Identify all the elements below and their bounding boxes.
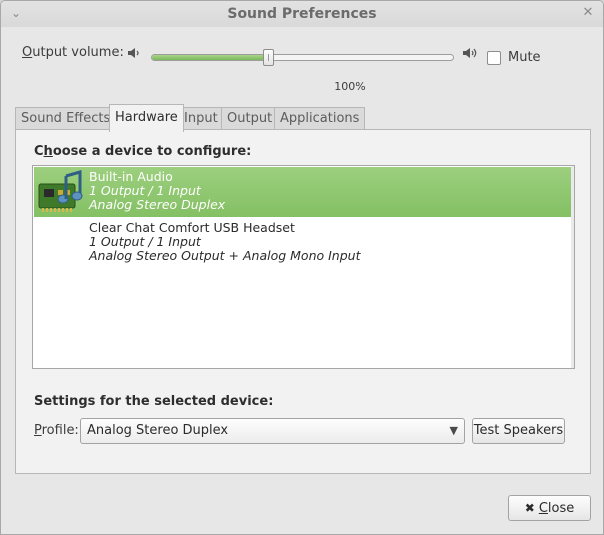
close-x-icon: ✖ xyxy=(524,501,535,515)
device-info: Clear Chat Comfort USB Headset 1 Output … xyxy=(89,221,360,263)
device-profile: Analog Stereo Duplex xyxy=(89,197,226,212)
volume-percent: 100% xyxy=(334,80,366,93)
volume-slider[interactable] xyxy=(151,49,454,66)
tab-sound-effects[interactable]: Sound Effects xyxy=(15,107,117,131)
sound-preferences-window: ⌄ Sound Preferences ✕ Output volume: 100… xyxy=(0,0,604,535)
device-row-usb-headset[interactable]: Clear Chat Comfort USB Headset 1 Output … xyxy=(34,218,573,268)
device-info: Built-in Audio 1 Output / 1 Input Analog… xyxy=(89,170,225,212)
choose-device-label: Choose a device to configure: xyxy=(34,144,252,159)
device-name: Clear Chat Comfort USB Headset xyxy=(89,220,295,235)
device-name: Built-in Audio xyxy=(89,169,173,184)
tab-input[interactable]: Input xyxy=(178,107,224,131)
volume-slider-handle[interactable] xyxy=(263,49,274,66)
profile-dropdown[interactable]: Analog Stereo Duplex ▼ xyxy=(80,418,465,444)
mute-label[interactable]: Mute xyxy=(508,50,541,65)
settings-label: Settings for the selected device: xyxy=(34,394,274,409)
tab-applications[interactable]: Applications xyxy=(274,107,366,131)
sound-card-icon xyxy=(38,170,83,212)
mute-checkbox[interactable] xyxy=(487,51,501,65)
close-button[interactable]: ✖ Close xyxy=(508,495,591,521)
device-list: Built-in Audio 1 Output / 1 Input Analog… xyxy=(32,165,575,369)
volume-low-icon xyxy=(128,48,139,58)
volume-slider-fill xyxy=(152,55,269,60)
window-close-icon[interactable]: ✕ xyxy=(581,6,595,20)
device-io: 1 Output / 1 Input xyxy=(89,234,201,249)
volume-high-icon xyxy=(463,48,477,58)
device-list-scrollbar[interactable] xyxy=(571,166,574,368)
device-profile: Analog Stereo Output + Analog Mono Input xyxy=(89,248,361,263)
test-speakers-button[interactable]: Test Speakers xyxy=(472,418,565,444)
profile-label: Profile: xyxy=(34,423,79,438)
device-io: 1 Output / 1 Input xyxy=(89,183,201,198)
device-row-built-in-audio[interactable]: Built-in Audio 1 Output / 1 Input Analog… xyxy=(34,167,573,217)
tab-output[interactable]: Output xyxy=(221,107,279,131)
tab-hardware[interactable]: Hardware xyxy=(109,104,184,132)
output-volume-label: Output volume: xyxy=(22,45,124,60)
dropdown-arrow-icon: ▼ xyxy=(449,424,458,437)
profile-dropdown-value: Analog Stereo Duplex xyxy=(87,423,229,438)
hardware-panel: Choose a device to configure: Built-in A… xyxy=(15,129,591,474)
window-title: Sound Preferences xyxy=(227,6,377,22)
title-bar: ⌄ Sound Preferences ✕ xyxy=(1,1,603,27)
